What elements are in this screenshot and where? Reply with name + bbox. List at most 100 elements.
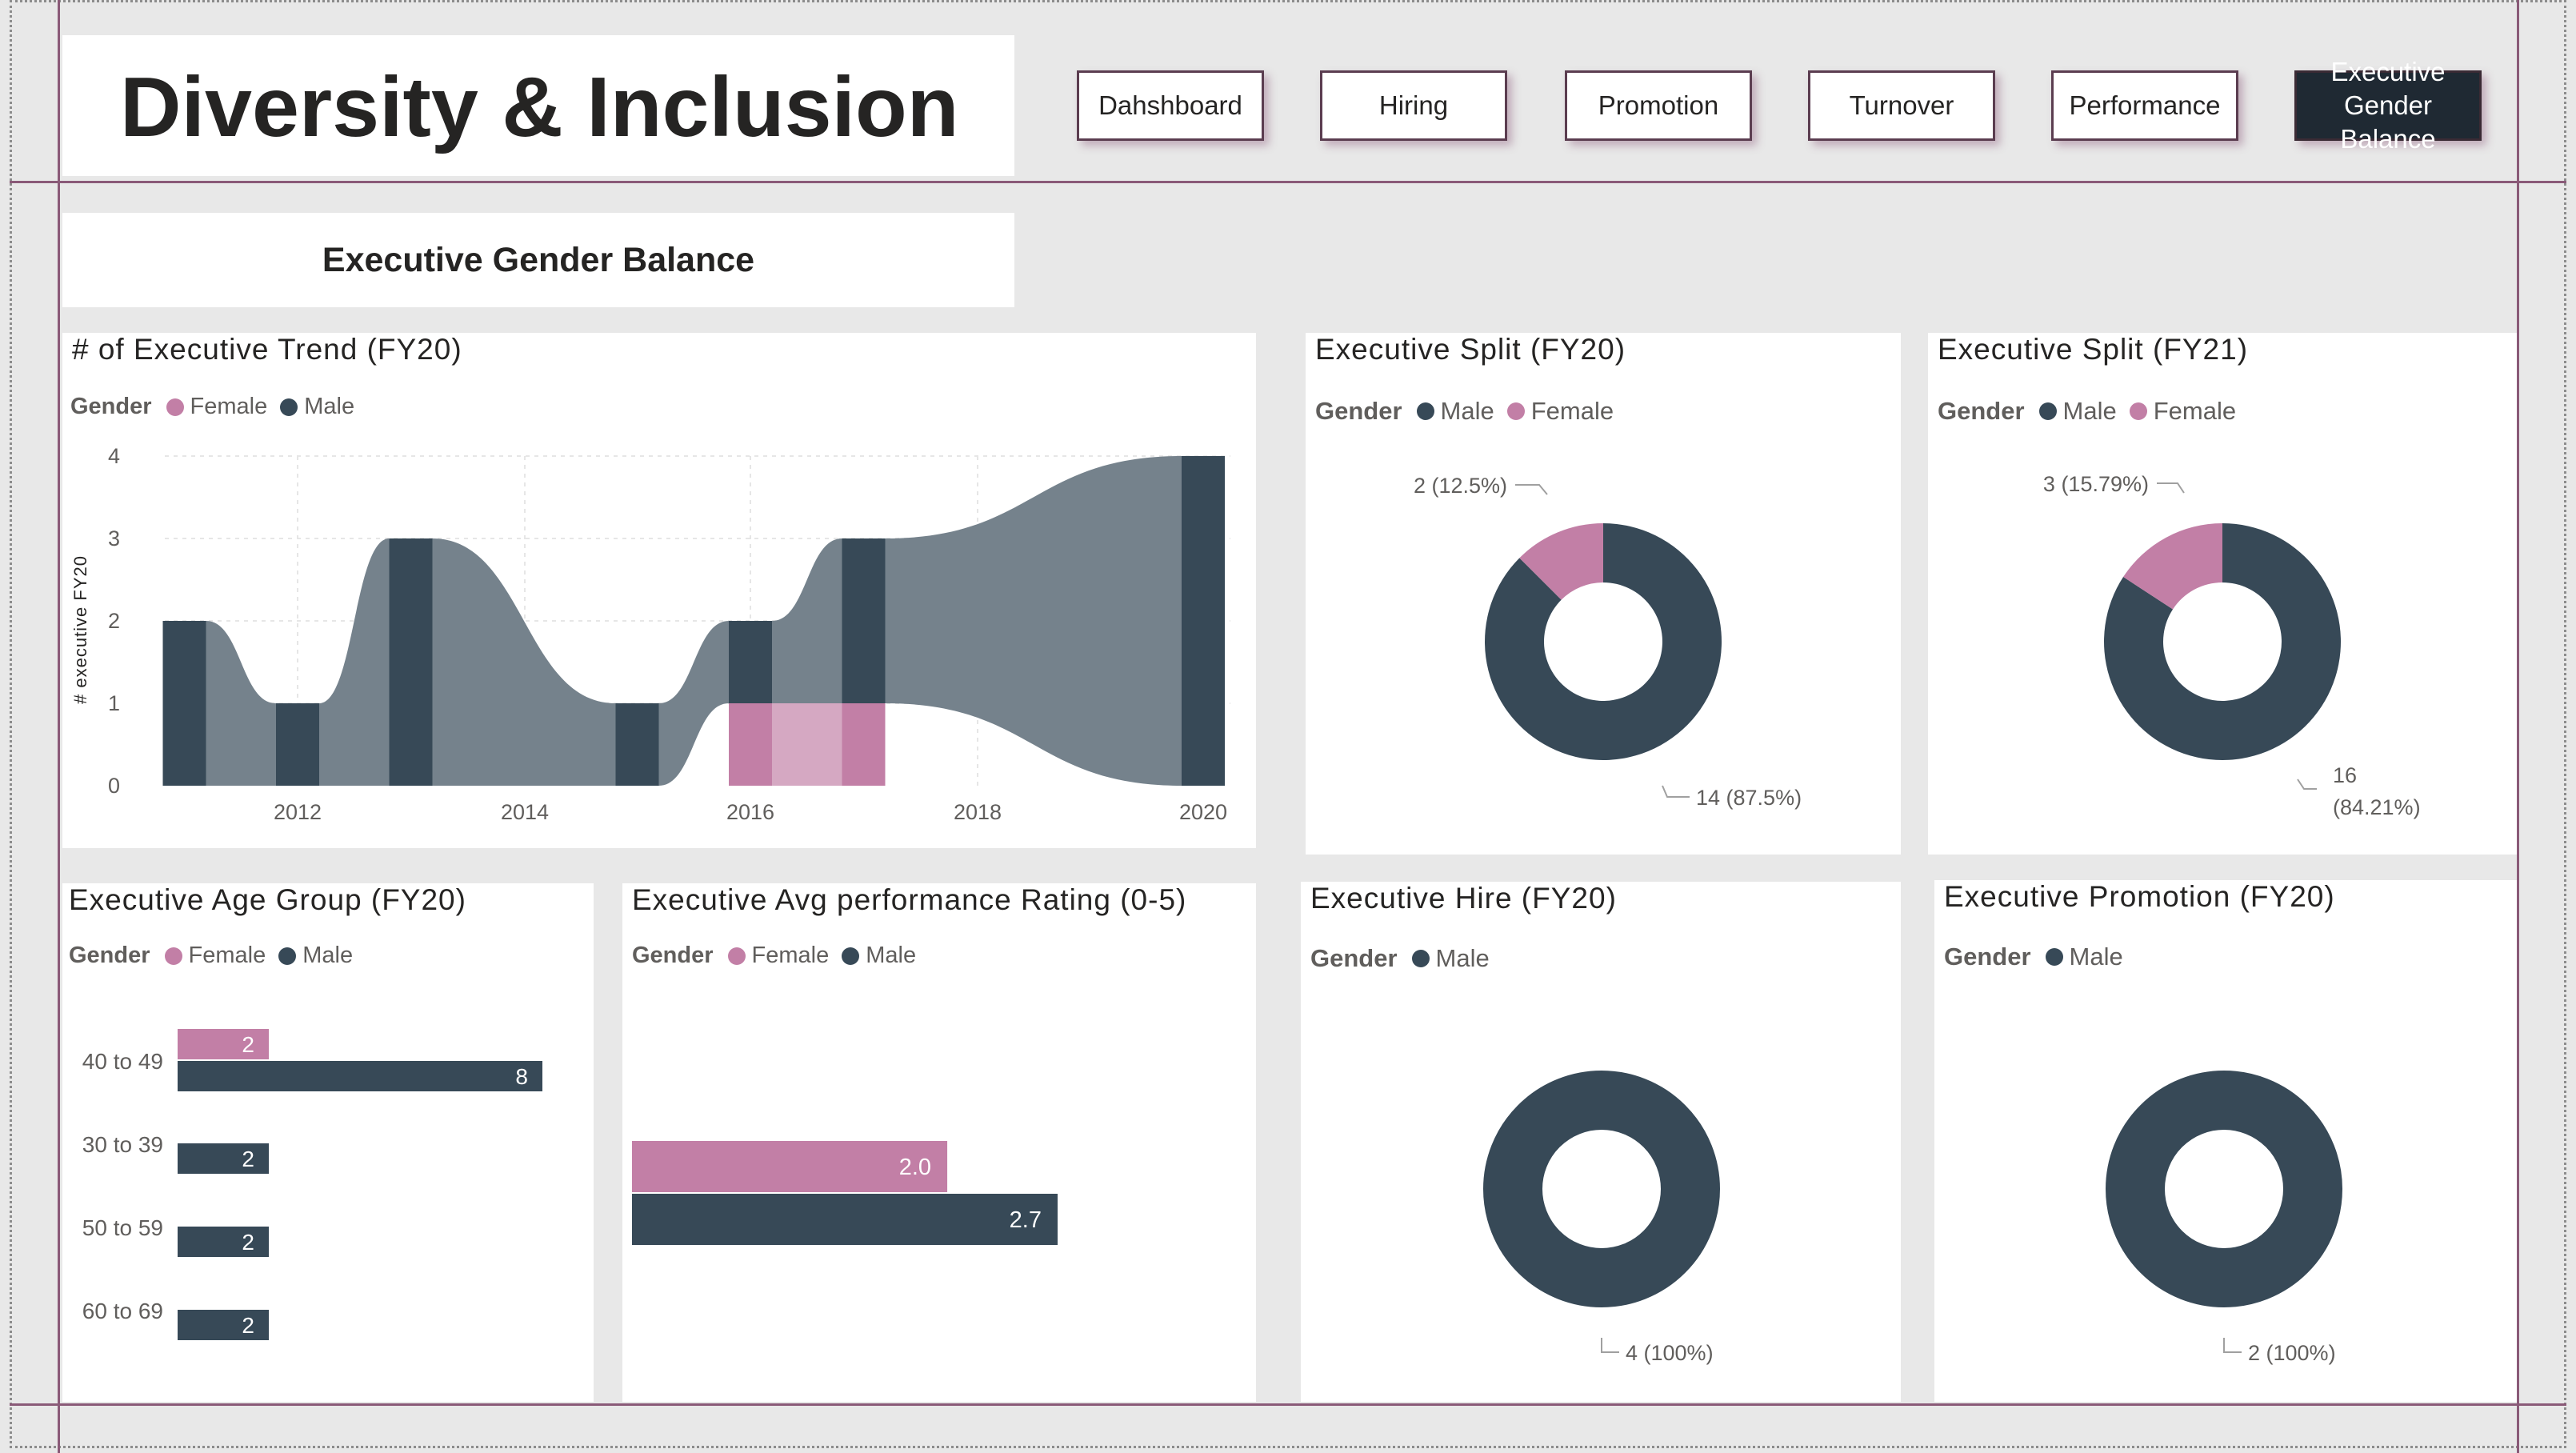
category-label: 30 to 39 (82, 1132, 163, 1157)
bar-value-label: 2 (242, 1313, 254, 1338)
y-tick-label: 1 (108, 691, 120, 715)
y-axis-title: # executive FY20 (70, 555, 90, 704)
executive-hire-card[interactable]: Executive Hire (FY20) Gender Male 4 (100… (1301, 882, 1901, 1402)
data-label-male: 4 (100%) (1626, 1341, 1714, 1365)
male-column[interactable] (842, 538, 886, 703)
bar-layer: 40 to 49 2 8 30 to 39 2 50 to 59 2 60 to 69 2 (82, 1029, 542, 1340)
female-bar[interactable] (178, 1029, 269, 1059)
category-label: 60 to 69 (82, 1299, 163, 1323)
leader-line (1662, 785, 1690, 798)
nav-button-hiring[interactable]: Hiring (1320, 70, 1507, 141)
x-tick-label: 2014 (501, 800, 549, 824)
male-column[interactable] (1182, 456, 1225, 786)
data-label-female: 3 (15.79%) (2043, 472, 2149, 496)
data-label-female: 2 (12.5%) (1414, 474, 1507, 498)
male-bar[interactable] (178, 1310, 269, 1340)
category-label: 40 to 49 (82, 1049, 163, 1074)
nav-button-label: Executive Gender Balance (2330, 57, 2446, 154)
bar-value-label: 2.7 (1010, 1207, 1042, 1233)
donut-chart-svg: 2 (12.5%) 14 (87.5%) (1414, 474, 1802, 810)
leader-line (1601, 1338, 1619, 1353)
nav-button-executive-gender-balance[interactable]: Executive Gender Balance (2294, 57, 2482, 154)
nav-button-label: Turnover (1849, 90, 1954, 120)
guide-line-left (58, 0, 60, 1453)
category-label: 50 to 59 (82, 1215, 163, 1240)
male-column[interactable] (276, 703, 319, 786)
male-bar[interactable] (178, 1227, 269, 1257)
bar-value-label: 2 (242, 1230, 254, 1255)
donut-ring (1483, 1071, 1720, 1307)
male-bar[interactable] (178, 1143, 269, 1174)
data-label-male-percent: (84.21%) (2333, 795, 2421, 819)
donut-chart-svg: 4 (100%) (1483, 1071, 1720, 1365)
subtitle-card: Executive Gender Balance (62, 213, 1014, 307)
male-ribbon (885, 456, 1182, 786)
donut-chart-svg: 2 (100%) (2106, 1071, 2342, 1365)
leader-line (2223, 1338, 2242, 1353)
male-column[interactable] (162, 621, 206, 786)
executive-split-fy21-card[interactable]: Executive Split (FY21) Gender Male Femal… (1928, 333, 2517, 855)
donut-slice-male[interactable] (1483, 1071, 1720, 1307)
male-ribbon (319, 538, 390, 786)
female-column[interactable] (842, 703, 886, 786)
executive-avg-performance-card[interactable]: Executive Avg performance Rating (0-5) G… (622, 883, 1256, 1402)
y-axis: 0 1 2 3 4 (108, 444, 120, 798)
female-ribbon (772, 703, 842, 786)
executive-trend-card[interactable]: # of Executive Trend (FY20) Gender Femal… (62, 333, 1256, 848)
page-subtitle: Executive Gender Balance (322, 240, 755, 279)
executive-split-fy20-card[interactable]: Executive Split (FY20) Gender Male Femal… (1306, 333, 1901, 855)
donut-ring (2106, 1071, 2342, 1307)
male-ribbon (772, 538, 842, 703)
donut-slice-male[interactable] (2106, 1071, 2342, 1307)
report-page: Diversity & Inclusion Dahshboard Hiring … (0, 0, 2576, 1453)
nav-button-label: Promotion (1598, 90, 1719, 120)
donut-chart-svg: 3 (15.79%) 16 (84.21%) (2043, 472, 2421, 819)
x-tick-label: 2012 (274, 800, 322, 824)
performance-bar-chart-svg: 2.0 2.7 (632, 1141, 1058, 1245)
male-column[interactable] (615, 703, 659, 786)
nav-button-turnover[interactable]: Turnover (1808, 70, 1995, 141)
bar-layer: 2.0 2.7 (632, 1141, 1058, 1245)
male-column[interactable] (389, 538, 433, 786)
executive-age-group-card[interactable]: Executive Age Group (FY20) Gender Female… (62, 883, 594, 1402)
y-tick-label: 3 (108, 526, 120, 550)
x-tick-label: 2018 (954, 800, 1002, 824)
data-label-male-count: 16 (2333, 763, 2357, 787)
title-card: Diversity & Inclusion (62, 35, 1014, 176)
nav-button-dashboard[interactable]: Dahshboard (1077, 70, 1264, 141)
male-ribbon (432, 538, 616, 786)
bar-value-label: 2 (242, 1032, 254, 1057)
male-bar[interactable] (632, 1194, 1058, 1245)
male-ribbon (206, 621, 276, 786)
x-tick-label: 2016 (726, 800, 774, 824)
leader-line (2157, 482, 2185, 494)
x-axis: 2012 2014 2016 2018 2020 (274, 800, 1227, 824)
y-tick-label: 4 (108, 444, 120, 468)
guide-line-right (2517, 0, 2519, 1453)
y-tick-label: 2 (108, 609, 120, 633)
bar-value-label: 2.0 (899, 1155, 931, 1180)
nav-button-label: Dahshboard (1098, 90, 1242, 120)
donut-ring (2104, 523, 2341, 760)
male-bar[interactable] (178, 1061, 542, 1091)
data-label-male: 2 (100%) (2248, 1341, 2336, 1365)
guide-line-bottom (10, 1403, 2566, 1406)
nav-button-promotion[interactable]: Promotion (1565, 70, 1752, 141)
leader-line (1515, 484, 1548, 495)
male-ribbon (658, 621, 729, 786)
guide-line-top (10, 181, 2566, 183)
trend-chart-svg: 0 1 2 3 4 # executive FY20 2012 2014 201… (70, 444, 1230, 824)
y-tick-label: 0 (108, 774, 120, 798)
bar-value-label: 8 (515, 1064, 528, 1089)
nav-button-label: Hiring (1378, 90, 1449, 120)
male-column[interactable] (729, 621, 772, 703)
nav-button-label: Performance (2069, 90, 2221, 120)
bar-value-label: 2 (242, 1147, 254, 1171)
page-title: Diversity & Inclusion (120, 60, 959, 154)
nav-button-performance[interactable]: Performance (2051, 70, 2238, 141)
data-label-male: 14 (87.5%) (1696, 786, 1802, 810)
executive-promotion-card[interactable]: Executive Promotion (FY20) Gender Male 2… (1934, 880, 2517, 1402)
leader-line (2297, 779, 2317, 790)
female-column[interactable] (729, 703, 772, 786)
age-bar-chart-svg: 40 to 49 2 8 30 to 39 2 50 to 59 2 60 to 69 2 (82, 1029, 542, 1340)
